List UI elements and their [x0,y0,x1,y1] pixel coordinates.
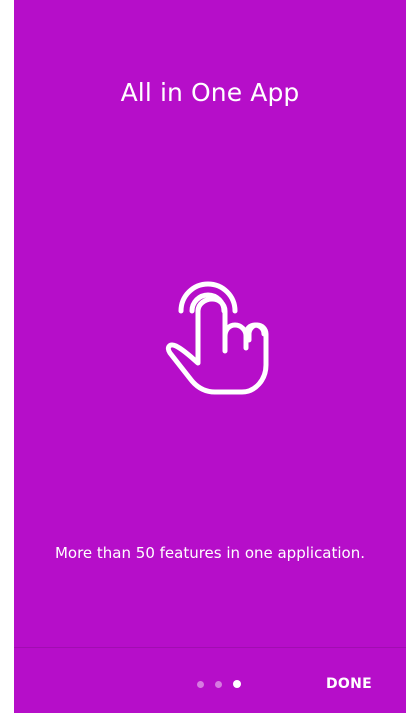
page-indicator-dot [215,680,222,688]
onboarding-screen: All in One App More than 50 features in … [14,0,406,713]
page-indicator-dot [197,680,204,688]
page-title: All in One App [120,78,300,107]
bottom-navigation-bar: DONE [14,647,406,713]
touch-hand-icon [156,252,280,400]
done-button[interactable]: DONE [326,675,372,693]
feature-description: More than 50 features in one application… [54,544,366,562]
page-indicator [197,679,241,689]
page-indicator-dot-active [233,680,241,688]
